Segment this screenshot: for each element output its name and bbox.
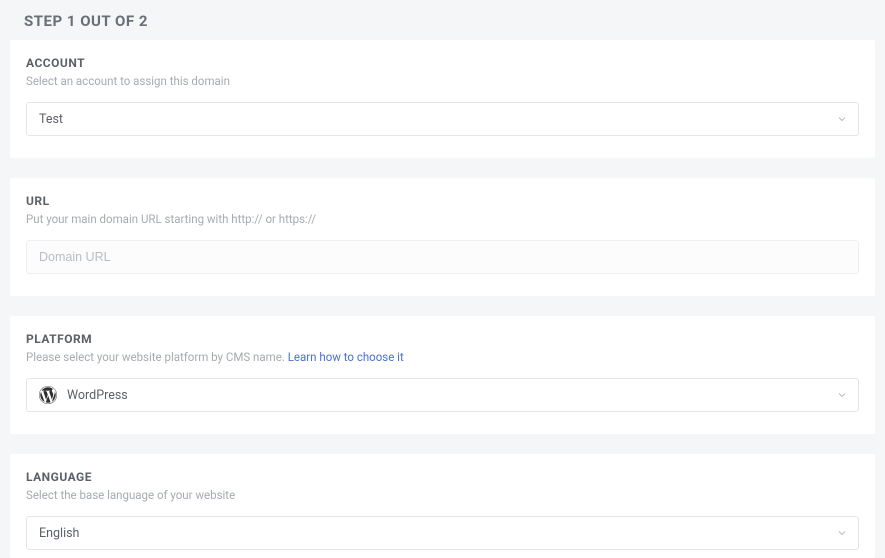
language-select-value: English (39, 526, 79, 541)
language-label: Language (26, 470, 859, 484)
account-select[interactable]: Test (26, 102, 859, 136)
platform-card: Platform Please select your website plat… (10, 316, 875, 434)
account-select-value: Test (39, 112, 63, 127)
platform-hint-text: Please select your website platform by C… (26, 350, 288, 364)
account-hint: Select an account to assign this domain (26, 74, 859, 88)
language-card: Language Select the base language of you… (10, 454, 875, 558)
platform-learn-link[interactable]: Learn how to choose it (288, 350, 404, 364)
page-title: Step 1 out of 2 (0, 0, 885, 40)
language-select[interactable]: English (26, 516, 859, 550)
account-label: Account (26, 56, 859, 70)
url-hint: Put your main domain URL starting with h… (26, 212, 859, 226)
chevron-down-icon (836, 389, 848, 401)
language-hint: Select the base language of your website (26, 488, 859, 502)
platform-label: Platform (26, 332, 859, 346)
wordpress-icon (39, 386, 57, 404)
chevron-down-icon (836, 527, 848, 539)
url-label: URL (26, 194, 859, 208)
platform-select-value: WordPress (67, 388, 128, 403)
account-card: Account Select an account to assign this… (10, 40, 875, 158)
url-input[interactable] (26, 240, 859, 274)
platform-select[interactable]: WordPress (26, 378, 859, 412)
url-card: URL Put your main domain URL starting wi… (10, 178, 875, 296)
chevron-down-icon (836, 113, 848, 125)
platform-hint: Please select your website platform by C… (26, 350, 859, 364)
